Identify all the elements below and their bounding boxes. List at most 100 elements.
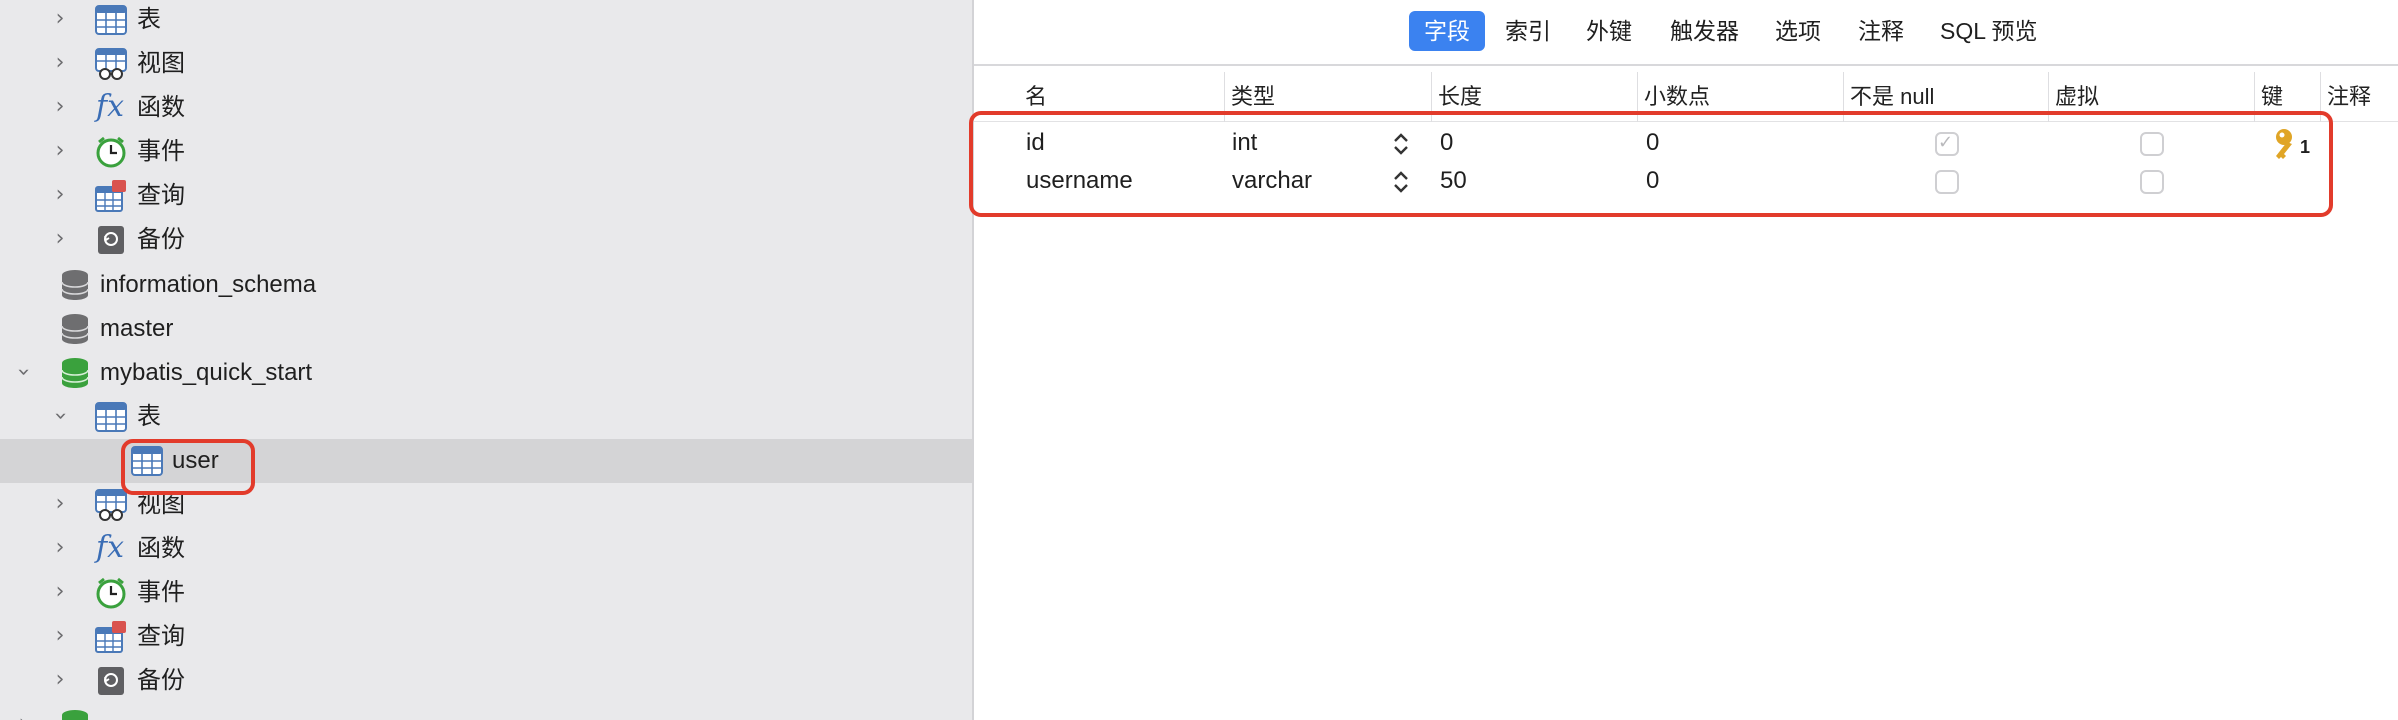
chevron-right-icon[interactable]: › [12, 711, 34, 720]
tree-item-db-information-schema[interactable]: information_schema [0, 263, 973, 307]
tree-item-label: 查询 [137, 623, 185, 650]
database-green-icon [58, 708, 92, 720]
tree-item-label: 事件 [137, 138, 185, 165]
event-clock-icon [94, 135, 128, 169]
tree-item-label: 视图 [137, 50, 185, 77]
field-name[interactable]: username [1026, 162, 1133, 200]
sidebar: › 表 › 视图 › fx 函数 › 事件 › 查询 › 备份 informat… [0, 0, 973, 720]
column-header-name[interactable]: 名 [1019, 72, 1199, 122]
column-header-comment[interactable]: 注释 [2320, 72, 2398, 122]
event-clock-icon [94, 576, 128, 610]
query-icon [94, 179, 128, 213]
chevron-right-icon[interactable]: › [49, 50, 71, 76]
view-icon [94, 488, 128, 522]
chevron-right-icon[interactable]: › [49, 579, 71, 605]
view-icon [94, 47, 128, 81]
tree-item-queries[interactable]: › 查询 [0, 615, 973, 659]
key-order: 1 [2300, 137, 2311, 157]
field-name[interactable]: id [1026, 124, 1045, 162]
function-icon: fx [96, 530, 125, 565]
chevron-right-icon[interactable]: › [49, 535, 71, 561]
tab-comments[interactable]: 注释 [1843, 11, 1919, 51]
column-header-type[interactable]: 类型 [1224, 72, 1424, 122]
backup-icon [96, 223, 130, 257]
tree-item-label: 函数 [137, 94, 185, 121]
tree-item-events[interactable]: › 事件 [0, 130, 973, 174]
tree-item-views[interactable]: › 视图 [0, 42, 973, 86]
not-null-checkbox[interactable] [1935, 170, 1959, 194]
fields-grid-header: 名 类型 长度 小数点 不是 null 虚拟 键 注释 [974, 72, 2398, 122]
tree-item-backups[interactable]: › 备份 [0, 659, 973, 703]
database-gray-icon [58, 268, 92, 302]
tree-item-views[interactable]: › 视图 [0, 483, 973, 527]
tree-item-db-master[interactable]: master [0, 307, 973, 351]
tree-item-label: 备份 [137, 226, 185, 253]
chevron-right-icon[interactable]: › [49, 182, 71, 208]
chevron-down-icon[interactable]: › [10, 361, 36, 383]
tree-item-label: 表 [137, 6, 161, 33]
tree-item-backups[interactable]: › 备份 [0, 218, 973, 262]
column-header-virtual[interactable]: 虚拟 [2048, 72, 2248, 122]
tree-item-queries[interactable]: › 查询 [0, 174, 973, 218]
tree-item-events[interactable]: › 事件 [0, 571, 973, 615]
field-row[interactable]: username varchar 50 0 [974, 162, 2398, 200]
tree-item-label: user [172, 447, 219, 474]
tab-bar: 字段 索引 外键 触发器 选项 注释 SQL 预览 [974, 0, 2398, 66]
database-gray-icon [58, 312, 92, 346]
chevron-right-icon[interactable]: › [49, 138, 71, 164]
table-designer: 字段 索引 外键 触发器 选项 注释 SQL 预览 名 类型 长度 小数点 不是… [969, 0, 2398, 720]
tree-item-label: master [100, 315, 174, 342]
field-decimals[interactable]: 0 [1646, 162, 1659, 200]
chevron-right-icon[interactable]: › [49, 491, 71, 517]
table-icon [130, 444, 164, 478]
tree-item-label: 查询 [137, 182, 185, 209]
chevron-right-icon[interactable]: › [49, 94, 71, 120]
table-icon [94, 400, 128, 434]
tree-item-label: information_schema [100, 271, 317, 298]
tree-item-label: 备份 [137, 667, 185, 694]
tree-item-tables-expanded[interactable]: › 表 [0, 395, 973, 439]
field-type[interactable]: int [1232, 124, 1257, 162]
tree-item-label: 视图 [137, 491, 185, 518]
tree-item-functions[interactable]: › fx 函数 [0, 527, 973, 571]
not-null-checkbox[interactable]: ✓ [1935, 132, 1959, 156]
column-header-not-null[interactable]: 不是 null [1843, 72, 2043, 122]
field-length[interactable]: 0 [1440, 124, 1453, 162]
field-length[interactable]: 50 [1440, 162, 1467, 200]
chevron-right-icon[interactable]: › [49, 623, 71, 649]
column-header-key[interactable]: 键 [2254, 72, 2320, 122]
tab-sql-preview[interactable]: SQL 预览 [1925, 11, 2053, 51]
checkmark-icon: ✓ [1938, 132, 1954, 153]
backup-icon [96, 664, 130, 698]
tab-triggers[interactable]: 触发器 [1655, 11, 1754, 51]
chevron-right-icon[interactable]: › [49, 6, 71, 32]
field-type[interactable]: varchar [1232, 162, 1312, 200]
column-header-decimals[interactable]: 小数点 [1637, 72, 1837, 122]
tab-options[interactable]: 选项 [1760, 11, 1836, 51]
tab-fields[interactable]: 字段 [1409, 11, 1485, 51]
tab-foreign-keys[interactable]: 外键 [1571, 11, 1647, 51]
column-header-length[interactable]: 长度 [1431, 72, 1631, 122]
tree-item-label: 函数 [137, 535, 185, 562]
tree-item-db-partial[interactable]: › [0, 703, 973, 720]
virtual-checkbox[interactable] [2140, 170, 2164, 194]
tree-item-table-user[interactable]: user [0, 439, 973, 483]
tree-item-label: mybatis_quick_start [100, 359, 313, 386]
tree-item-db-mybatis-quick-start[interactable]: › mybatis_quick_start [0, 351, 973, 395]
chevron-down-icon[interactable]: › [47, 405, 73, 427]
table-icon [94, 3, 128, 37]
type-stepper-icon[interactable] [1392, 169, 1410, 195]
tree-item-label: 表 [137, 403, 161, 430]
query-icon [94, 620, 128, 654]
chevron-right-icon[interactable]: › [49, 667, 71, 693]
database-green-icon [58, 356, 92, 390]
type-stepper-icon[interactable] [1392, 131, 1410, 157]
chevron-right-icon[interactable]: › [49, 226, 71, 252]
tree-item-tables[interactable]: › 表 [0, 0, 973, 42]
tree-item-label: 事件 [137, 579, 185, 606]
virtual-checkbox[interactable] [2140, 132, 2164, 156]
tree-item-functions[interactable]: › fx 函数 [0, 86, 973, 130]
tab-indexes[interactable]: 索引 [1490, 11, 1566, 51]
field-row[interactable]: id int 0 0 ✓ 1 [974, 124, 2398, 162]
field-decimals[interactable]: 0 [1646, 124, 1659, 162]
